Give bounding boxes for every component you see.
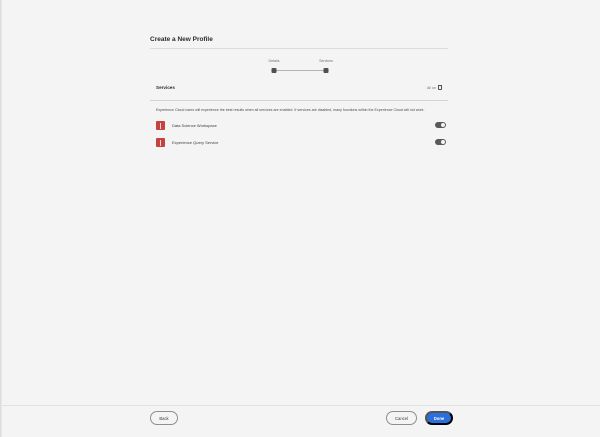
back-button[interactable]: Back — [150, 411, 178, 425]
service-label: Experience Query Service — [172, 140, 219, 145]
section-meta-text: All on — [427, 85, 436, 90]
done-button[interactable]: Done — [425, 411, 453, 425]
experience-query-service-icon — [156, 138, 165, 147]
data-science-workspace-toggle[interactable] — [435, 122, 446, 128]
service-list: Data Science Workspace Experience Query … — [156, 119, 446, 149]
section-divider — [150, 100, 448, 101]
section-title: Services — [156, 85, 175, 90]
trash-icon[interactable] — [438, 85, 442, 90]
step-label-details: Details — [268, 59, 280, 63]
service-row-query-service: Experience Query Service — [156, 136, 446, 149]
step-track — [274, 70, 326, 71]
cancel-button[interactable]: Cancel — [386, 411, 417, 425]
step-marker-services[interactable] — [323, 68, 329, 73]
services-description: Experience Cloud users will experience t… — [156, 108, 425, 112]
service-row-data-science: Data Science Workspace — [156, 119, 446, 132]
services-section-header: Services All on — [150, 84, 450, 95]
step-label-services: Services — [319, 59, 333, 63]
step-marker-details[interactable] — [271, 68, 277, 73]
footer-divider — [0, 405, 600, 406]
page-title: Create a New Profile — [150, 36, 213, 43]
section-meta: All on — [427, 85, 442, 90]
profile-form: Create a New Profile Details Services Se… — [150, 30, 450, 153]
service-label: Data Science Workspace — [172, 123, 217, 128]
experience-query-service-toggle[interactable] — [435, 139, 446, 145]
title-divider — [150, 48, 448, 49]
step-progress: Details Services — [150, 59, 450, 83]
window-left-edge — [0, 0, 2, 437]
data-science-workspace-icon — [156, 121, 165, 130]
